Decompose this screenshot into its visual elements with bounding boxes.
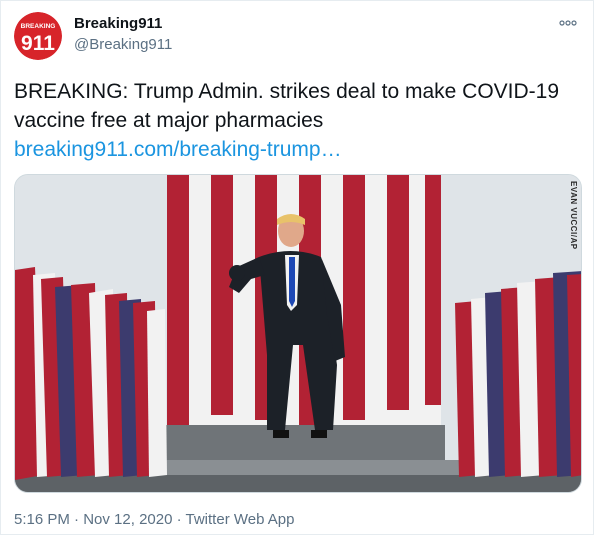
photo-credit: EVAN VUCCI/AP (569, 181, 578, 250)
more-options-button[interactable] (557, 13, 579, 33)
meta-separator: · (176, 511, 186, 528)
tweet-date[interactable]: Nov 12, 2020 (83, 511, 176, 528)
username[interactable]: @Breaking911 (74, 35, 172, 55)
meta-separator: · (74, 511, 84, 528)
avatar[interactable]: BREAKING 911 (14, 12, 62, 60)
tweet-link[interactable]: breaking911.com/breaking-trump… (14, 135, 584, 164)
author-block[interactable]: Breaking911 @Breaking911 (74, 14, 172, 55)
tweet-source[interactable]: Twitter Web App (186, 511, 295, 528)
svg-text:BREAKING: BREAKING (21, 23, 56, 30)
display-name[interactable]: Breaking911 (74, 14, 172, 34)
tweet-card: BREAKING 911 Breaking911 @Breaking911 BR… (0, 0, 594, 535)
photo-image (15, 175, 581, 492)
more-horizontal-icon (559, 20, 577, 26)
tweet-body: BREAKING: Trump Admin. strikes deal to m… (14, 80, 560, 132)
breaking911-logo-icon: BREAKING 911 (14, 12, 62, 60)
tweet-time[interactable]: 5:16 PM (14, 511, 74, 528)
tweet-photo[interactable]: EVAN VUCCI/AP (14, 174, 582, 493)
right-flags (455, 271, 581, 477)
svg-text:911: 911 (21, 32, 55, 55)
tweet-meta: 5:16 PM · Nov 12, 2020 · Twitter Web App (14, 511, 294, 529)
tweet-text: BREAKING: Trump Admin. strikes deal to m… (14, 77, 584, 164)
